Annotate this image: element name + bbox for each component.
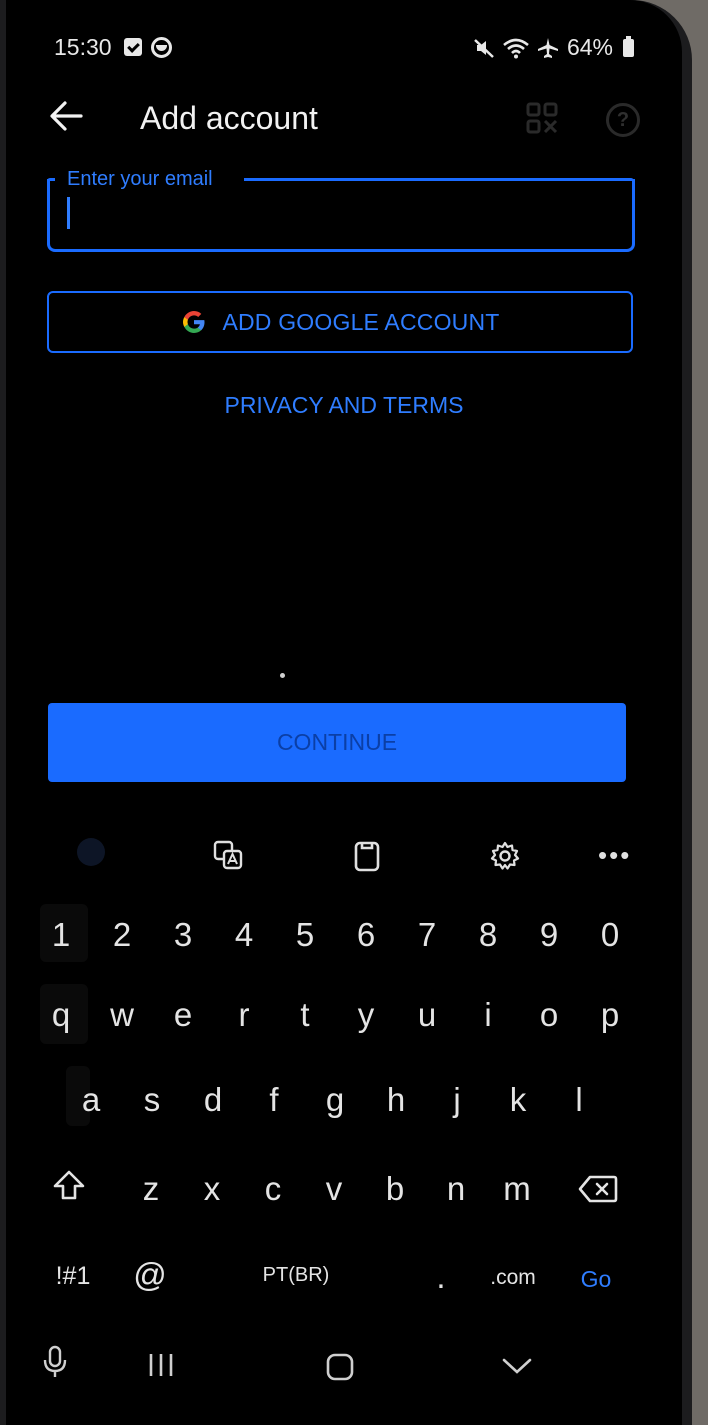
key-w[interactable]: w bbox=[96, 996, 148, 1034]
key-y[interactable]: y bbox=[340, 996, 392, 1034]
mute-icon bbox=[474, 38, 494, 58]
backspace-icon[interactable] bbox=[578, 1174, 618, 1204]
key-v[interactable]: v bbox=[308, 1170, 360, 1208]
key-c[interactable]: c bbox=[247, 1170, 299, 1208]
key-b[interactable]: b bbox=[369, 1170, 421, 1208]
key-0[interactable]: 0 bbox=[584, 916, 636, 954]
key-x[interactable]: x bbox=[186, 1170, 238, 1208]
key-n[interactable]: n bbox=[430, 1170, 482, 1208]
key-p[interactable]: p bbox=[584, 996, 636, 1034]
more-options-icon[interactable]: ••• bbox=[598, 840, 631, 871]
microphone-icon[interactable] bbox=[42, 1345, 68, 1379]
key-j[interactable]: j bbox=[431, 1081, 483, 1119]
app-notification-icon bbox=[151, 37, 172, 58]
wifi-icon bbox=[503, 38, 529, 58]
phone-screen: 15:30 64% Add account ? Enter your email bbox=[6, 0, 682, 1425]
battery-percent: 64% bbox=[566, 34, 613, 60]
key-8[interactable]: 8 bbox=[462, 916, 514, 954]
key-3[interactable]: 3 bbox=[157, 916, 209, 954]
help-icon[interactable]: ? bbox=[606, 103, 640, 137]
add-google-account-button[interactable]: ADD GOOGLE ACCOUNT bbox=[47, 291, 633, 353]
emoji-icon[interactable] bbox=[77, 838, 105, 866]
key-6[interactable]: 6 bbox=[340, 916, 392, 954]
email-input[interactable] bbox=[76, 190, 620, 238]
key-f[interactable]: f bbox=[248, 1081, 300, 1119]
key-2[interactable]: 2 bbox=[96, 916, 148, 954]
key-r[interactable]: r bbox=[218, 996, 270, 1034]
key-m[interactable]: m bbox=[491, 1170, 543, 1208]
key-t[interactable]: t bbox=[279, 996, 331, 1034]
battery-icon bbox=[623, 35, 634, 57]
hide-keyboard-icon[interactable] bbox=[501, 1356, 533, 1376]
key-z[interactable]: z bbox=[125, 1170, 177, 1208]
key-a[interactable]: a bbox=[65, 1081, 117, 1119]
dot-com-key[interactable]: .com bbox=[480, 1266, 546, 1290]
recent-apps-icon[interactable] bbox=[146, 1352, 176, 1378]
add-google-account-label: ADD GOOGLE ACCOUNT bbox=[222, 308, 500, 335]
email-field-label: Enter your email bbox=[67, 168, 213, 190]
shift-icon[interactable] bbox=[52, 1168, 86, 1202]
key-s[interactable]: s bbox=[126, 1081, 178, 1119]
key-o[interactable]: o bbox=[523, 996, 575, 1034]
key-i[interactable]: i bbox=[462, 996, 514, 1034]
key-g[interactable]: g bbox=[309, 1081, 361, 1119]
key-l[interactable]: l bbox=[553, 1081, 605, 1119]
airplane-mode-icon bbox=[537, 37, 558, 58]
go-key[interactable]: Go bbox=[570, 1266, 622, 1293]
key-q[interactable]: q bbox=[35, 996, 87, 1034]
status-time: 15:30 bbox=[54, 34, 112, 60]
text-translate-icon[interactable] bbox=[212, 839, 244, 871]
key-e[interactable]: e bbox=[157, 996, 209, 1034]
key-d[interactable]: d bbox=[187, 1081, 239, 1119]
key-9[interactable]: 9 bbox=[523, 916, 575, 954]
google-logo-icon bbox=[183, 311, 205, 333]
key-1[interactable]: 1 bbox=[35, 916, 87, 954]
key-k[interactable]: k bbox=[492, 1081, 544, 1119]
privacy-and-terms-link[interactable]: PRIVACY AND TERMS bbox=[6, 392, 682, 419]
at-key[interactable]: @ bbox=[124, 1256, 176, 1294]
qr-code-icon[interactable] bbox=[526, 102, 558, 134]
settings-gear-icon[interactable] bbox=[489, 840, 521, 872]
continue-button[interactable]: CONTINUE bbox=[48, 703, 626, 782]
key-u[interactable]: u bbox=[401, 996, 453, 1034]
clipboard-icon[interactable] bbox=[353, 839, 381, 873]
check-notification-icon bbox=[124, 38, 142, 56]
page-title: Add account bbox=[140, 100, 318, 136]
symbols-key[interactable]: !#1 bbox=[36, 1262, 110, 1291]
page-indicator-dot bbox=[280, 673, 285, 678]
key-4[interactable]: 4 bbox=[218, 916, 270, 954]
key-5[interactable]: 5 bbox=[279, 916, 331, 954]
key-7[interactable]: 7 bbox=[401, 916, 453, 954]
text-cursor bbox=[67, 197, 70, 229]
period-key[interactable]: . bbox=[415, 1258, 467, 1296]
continue-label: CONTINUE bbox=[276, 729, 398, 755]
space-key[interactable]: PT(BR) bbox=[236, 1264, 356, 1287]
status-indicators: 64% bbox=[473, 34, 634, 61]
key-h[interactable]: h bbox=[370, 1081, 422, 1119]
home-icon[interactable] bbox=[325, 1352, 355, 1382]
back-arrow-icon[interactable] bbox=[49, 100, 83, 132]
